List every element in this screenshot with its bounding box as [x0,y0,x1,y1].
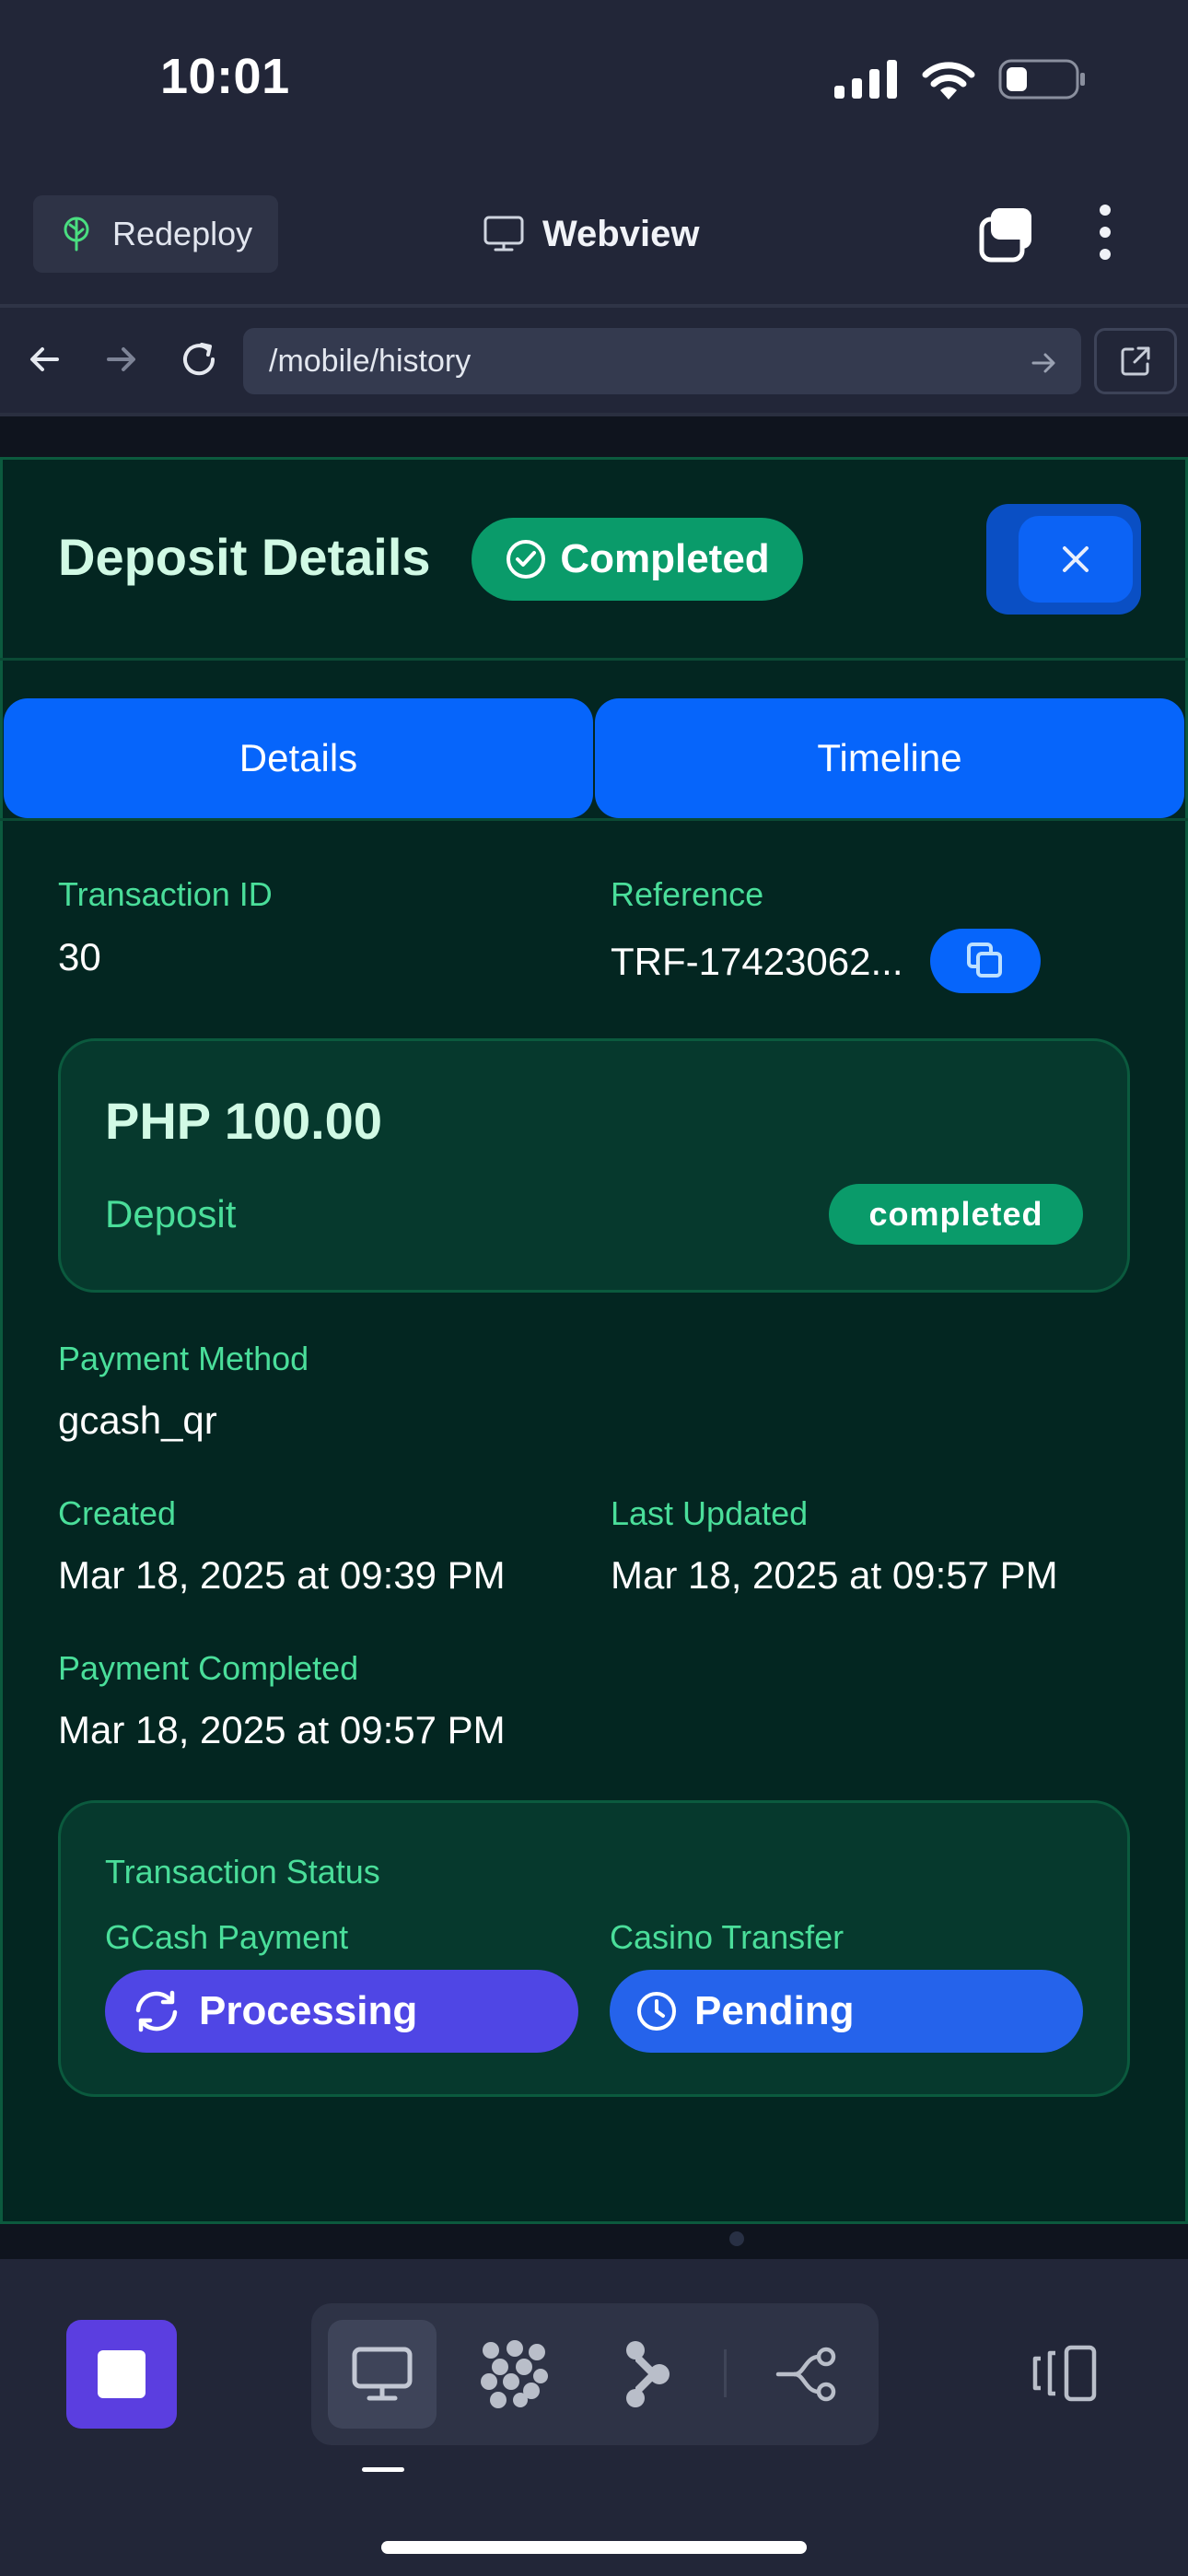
transaction-type: Deposit [105,1192,237,1235]
scroll-indicator [729,2231,744,2246]
device-rotate-button[interactable] [1030,2344,1100,2405]
home-indicator [381,2541,807,2554]
signal-icon [834,60,897,99]
webview-tool-button[interactable] [328,2320,437,2429]
close-icon [1063,546,1089,572]
active-tab-indicator [362,2467,404,2472]
casino-status-label: Pending [694,1988,855,2033]
topbar-divider [0,304,1188,308]
gcash-payment-label: GCash Payment [105,1918,349,1956]
modal-header-divider [0,658,1188,661]
reload-icon[interactable] [171,332,227,387]
casino-transfer-label: Casino Transfer [610,1918,844,1956]
open-external-button[interactable] [1094,328,1177,394]
reference-label: Reference [611,875,764,913]
transaction-id-label: Transaction ID [58,875,273,913]
stop-icon [98,2350,146,2398]
payment-completed-value: Mar 18, 2025 at 09:57 PM [58,1708,506,1751]
toolbar-separator [724,2349,727,2397]
clock-icon [637,1992,676,2031]
status-badge-label: Completed [560,536,770,581]
grid-tool-button[interactable] [460,2320,569,2429]
battery-icon [998,59,1085,100]
git-tool-button[interactable] [753,2320,862,2429]
open-external-icon [1121,346,1150,376]
wifi-icon [922,62,975,100]
go-arrow-icon[interactable] [1026,345,1063,381]
tab-timeline[interactable]: Timeline [595,698,1184,818]
status-icons [834,59,1087,100]
git-branch-icon [775,2347,836,2402]
workflow-tool-button[interactable] [593,2320,702,2429]
payment-completed-label: Payment Completed [58,1649,359,1687]
webview-title: Webview [483,208,699,260]
back-arrow-icon[interactable] [17,332,72,387]
grid-dots-icon [481,2340,548,2408]
tabs-divider [0,818,1188,821]
redeploy-button[interactable]: Redeploy [33,195,278,273]
created-value: Mar 18, 2025 at 09:39 PM [58,1553,506,1597]
tabs-icon[interactable] [978,206,1035,263]
stop-button[interactable] [66,2320,177,2429]
redeploy-label: Redeploy [112,215,253,252]
url-text: /mobile/history [269,343,472,379]
last-updated-label: Last Updated [611,1494,809,1532]
workflow-icon [626,2341,670,2407]
tree-icon [64,217,89,252]
gcash-status-label: Processing [199,1988,418,2033]
check-circle-icon [507,540,546,579]
gcash-status-badge: Processing [105,1970,578,2053]
url-input[interactable]: /mobile/history [243,328,1081,394]
transaction-status-title: Transaction Status [105,1853,380,1891]
close-button[interactable] [1019,516,1133,603]
payment-method-value: gcash_qr [58,1399,217,1442]
refresh-icon [135,1990,178,2032]
tab-details[interactable]: Details [4,698,593,818]
last-updated-value: Mar 18, 2025 at 09:57 PM [611,1553,1058,1597]
status-time: 10:01 [160,49,290,104]
forward-arrow-icon[interactable] [94,332,149,387]
monitor-icon [483,216,524,252]
transaction-id-value: 30 [58,935,101,978]
status-badge: Completed [472,518,803,601]
casino-status-badge: Pending [610,1970,1083,2053]
copy-icon [967,943,1002,978]
modal-title: Deposit Details [58,528,431,586]
webview-title-text: Webview [542,213,700,254]
reference-value: TRF-17423062... [611,940,903,983]
kebab-menu-icon[interactable] [1096,205,1114,260]
copy-reference-button[interactable] [930,929,1041,993]
amount-status-badge: completed [829,1184,1083,1245]
amount-card [58,1038,1130,1293]
amount-value: PHP 100.00 [105,1092,382,1150]
webview-monitor-icon [352,2347,413,2401]
payment-method-label: Payment Method [58,1340,309,1377]
created-label: Created [58,1494,177,1532]
device-rotate-icon [1032,2345,1097,2402]
